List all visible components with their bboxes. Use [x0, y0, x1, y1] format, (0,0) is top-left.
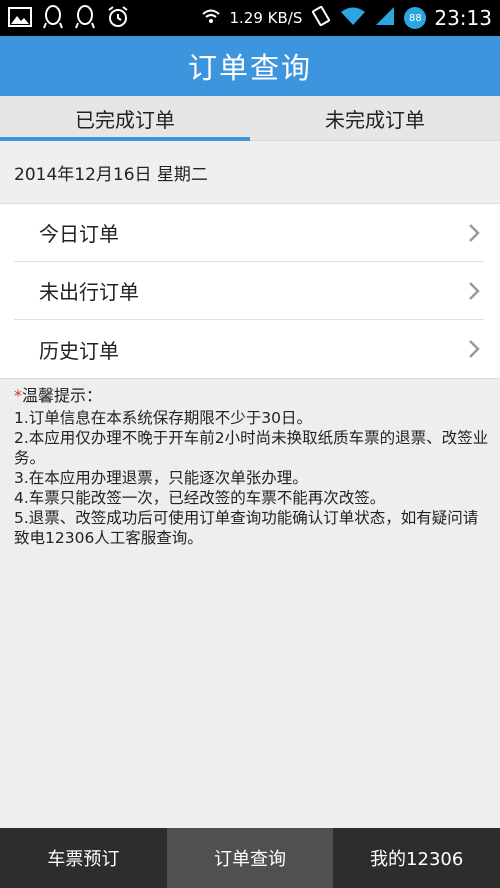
- chevron-right-icon: [464, 281, 484, 301]
- chevron-right-icon: [464, 223, 484, 243]
- signal-icon: [374, 6, 396, 30]
- tip-line-1: 1.订单信息在本系统保存期限不少于30日。: [14, 409, 313, 427]
- bottom-navigation: 车票预订 订单查询 我的12306: [0, 828, 500, 888]
- network-speed: 1.29 KB/S: [229, 9, 303, 27]
- list-item-label: 今日订单: [39, 222, 119, 246]
- status-bar: 1.29 KB/S 88 23:13: [0, 0, 500, 36]
- tab-pending-orders[interactable]: 未完成订单: [250, 96, 500, 140]
- image-icon: [8, 6, 32, 32]
- wifi-icon: [340, 6, 366, 30]
- status-bar-notifications: [8, 5, 130, 33]
- clock: 23:13: [434, 6, 492, 30]
- list-item-label: 未出行订单: [39, 280, 139, 304]
- app-header: 订单查询: [0, 36, 500, 96]
- tips-panel: *温馨提示： 1.订单信息在本系统保存期限不少于30日。 2.本应用仅办理不晚于…: [14, 386, 490, 548]
- required-asterisk: *: [14, 386, 22, 405]
- alarm-icon: [106, 5, 130, 33]
- page-title: 订单查询: [187, 51, 312, 85]
- battery-icon: 88: [404, 7, 427, 29]
- chevron-right-icon: [464, 339, 484, 359]
- nav-ticket-booking[interactable]: 车票预订: [0, 828, 167, 888]
- current-date: 2014年12月16日 星期二: [0, 141, 500, 203]
- list-item-today-orders[interactable]: 今日订单: [14, 204, 484, 262]
- wifi-small-icon: [201, 8, 221, 28]
- qq-icon: [42, 5, 64, 33]
- order-category-list: 今日订单 未出行订单 历史订单: [0, 203, 500, 379]
- list-item-label: 历史订单: [39, 338, 119, 363]
- nav-my-12306[interactable]: 我的12306: [333, 828, 500, 888]
- vibrate-icon: [310, 5, 332, 31]
- status-bar-system: 1.29 KB/S 88 23:13: [201, 0, 492, 36]
- qq-icon-2: [74, 5, 96, 33]
- tips-heading: *温馨提示：: [14, 386, 490, 406]
- tab-completed-orders[interactable]: 已完成订单: [0, 96, 250, 141]
- nav-order-query[interactable]: 订单查询: [166, 828, 334, 888]
- tip-line-3: 3.在本应用办理退票，只能逐次单张办理。: [14, 469, 308, 487]
- order-tabs: 已完成订单 未完成订单: [0, 96, 500, 141]
- tab-label: 已完成订单: [75, 107, 175, 132]
- tip-line-5: 5.退票、改签成功后可使用订单查询功能确认订单状态，如有疑问请致电12306人工…: [14, 509, 479, 547]
- tip-line-2: 2.本应用仅办理不晚于开车前2小时尚未换取纸质车票的退票、改签业务。: [14, 429, 489, 467]
- tip-line-4: 4.车票只能改签一次，已经改签的车票不能再次改签。: [14, 489, 386, 507]
- tab-label: 未完成订单: [325, 107, 425, 132]
- list-item-untraveled-orders[interactable]: 未出行订单: [14, 262, 484, 320]
- tips-title: 温馨提示：: [22, 386, 103, 405]
- list-item-history-orders[interactable]: 历史订单: [14, 320, 484, 378]
